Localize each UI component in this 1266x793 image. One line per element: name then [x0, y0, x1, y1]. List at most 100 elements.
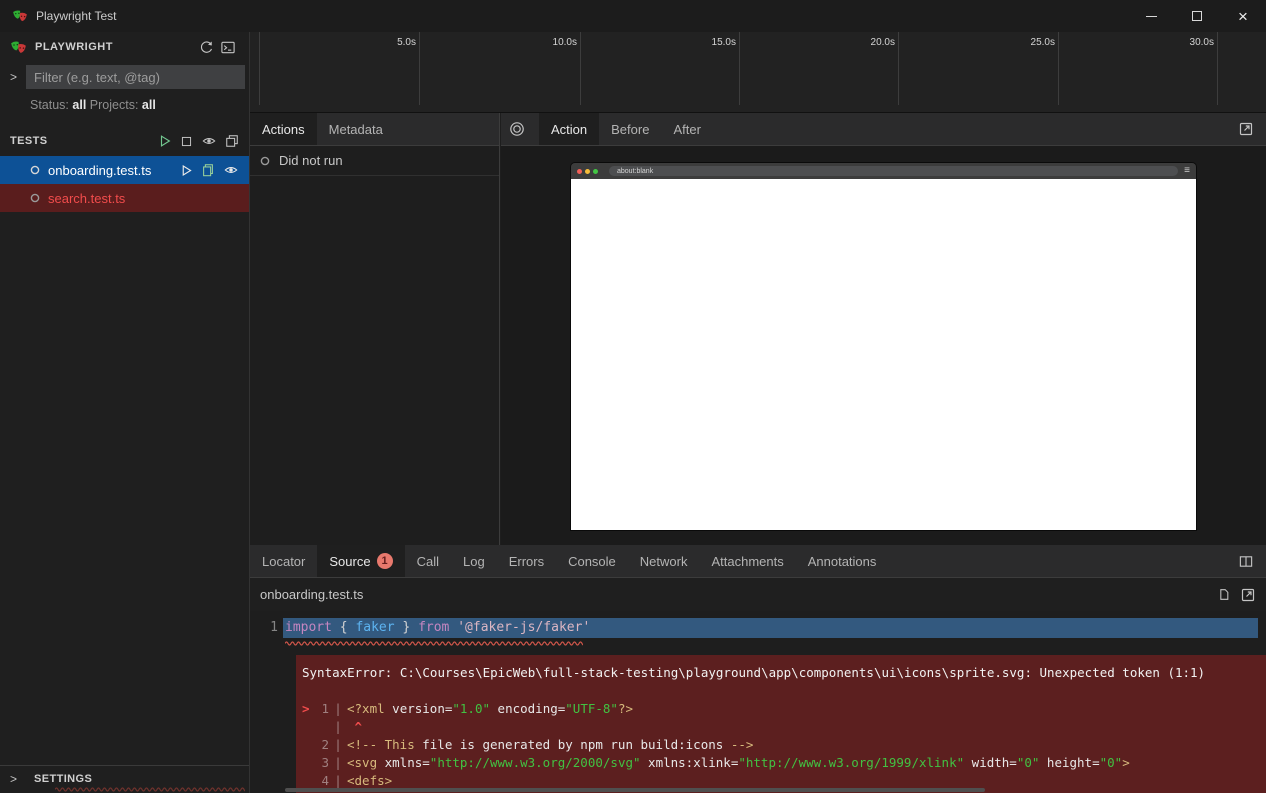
open-snapshot-button[interactable] — [1238, 113, 1266, 145]
target-icon — [509, 121, 525, 137]
tab-attachments[interactable]: Attachments — [699, 545, 795, 577]
actions-pane: Actions Metadata Did not run — [250, 113, 500, 545]
tab-label: Console — [568, 554, 616, 569]
browser-chrome-bar: about:blank ≡ — [571, 163, 1196, 179]
show-source-button[interactable] — [201, 163, 215, 177]
projects-label: Projects: — [90, 98, 139, 112]
tab-label: Metadata — [329, 122, 383, 137]
source-line-1: 1 import { faker } from '@faker-js/faker… — [250, 618, 1266, 638]
maximize-icon — [1192, 11, 1202, 21]
red-squiggle-decoration — [55, 786, 245, 792]
error-code-frame: > 1 | <?xml version="1.0" encoding="UTF-… — [302, 700, 1266, 790]
tab-annotations[interactable]: Annotations — [796, 545, 889, 577]
source-filename: onboarding.test.ts — [260, 587, 1216, 602]
timeline-gridline: 20.0s — [898, 32, 899, 105]
terminal-button[interactable] — [217, 36, 239, 58]
open-source-button[interactable] — [1240, 587, 1256, 603]
sidebar-title: PLAYWRIGHT — [35, 41, 195, 53]
run-all-button[interactable] — [158, 134, 172, 148]
tab-locator[interactable]: Locator — [250, 545, 317, 577]
stop-button[interactable] — [180, 135, 193, 148]
timeline[interactable]: 5.0s 10.0s 15.0s 20.0s 25.0s 30.0s — [250, 32, 1266, 113]
tab-metadata[interactable]: Metadata — [317, 113, 395, 145]
browser-menu-icon: ≡ — [1184, 166, 1190, 176]
tab-label: Annotations — [808, 554, 877, 569]
maximize-button[interactable] — [1174, 0, 1220, 32]
tab-action[interactable]: Action — [539, 113, 599, 145]
frame-gutter-pipe: | — [329, 754, 347, 772]
frame-line-number: 1 — [315, 700, 329, 718]
filter-input[interactable] — [26, 65, 245, 89]
settings-title: SETTINGS — [34, 773, 92, 785]
watch-all-button[interactable] — [201, 134, 217, 148]
reload-tests-button[interactable] — [195, 36, 217, 58]
frame-code-text: <!-- This file is generated by npm run b… — [347, 736, 753, 754]
minimize-button[interactable] — [1128, 0, 1174, 32]
tab-label: Call — [417, 554, 439, 569]
run-test-button[interactable] — [180, 164, 193, 177]
pick-locator-button[interactable] — [501, 113, 539, 145]
tab-network[interactable]: Network — [628, 545, 700, 577]
test-file-row-search[interactable]: search.test.ts — [0, 184, 249, 212]
test-status-circle-icon — [30, 193, 40, 203]
tab-call[interactable]: Call — [405, 545, 451, 577]
frame-gutter-pipe: | — [329, 736, 347, 754]
tab-label: Errors — [509, 554, 544, 569]
did-not-run-item[interactable]: Did not run — [250, 146, 499, 176]
frame-line-number: 3 — [315, 754, 329, 772]
timeline-tick-label: 20.0s — [871, 37, 895, 48]
watch-test-button[interactable] — [223, 163, 239, 177]
tab-label: Source — [329, 554, 370, 569]
syntax-error-block: SyntaxError: C:\Courses\EpicWeb\full-sta… — [296, 655, 1266, 793]
details-tabbar: Locator Source 1 Call Log Errors Console… — [250, 545, 1266, 578]
frame-line-number — [315, 718, 329, 736]
horizontal-scrollbar-thumb[interactable] — [285, 788, 985, 792]
tab-label: Before — [611, 122, 649, 137]
tab-console[interactable]: Console — [556, 545, 628, 577]
tests-title: TESTS — [10, 135, 158, 147]
tab-log[interactable]: Log — [451, 545, 497, 577]
source-header: onboarding.test.ts — [250, 578, 1266, 611]
browser-page-blank — [571, 179, 1196, 530]
tab-label: Locator — [262, 554, 305, 569]
close-button[interactable]: × — [1220, 0, 1266, 32]
toggle-split-view-button[interactable] — [1238, 545, 1266, 577]
window-controls: × — [1128, 0, 1266, 32]
line-number: 1 — [250, 618, 278, 638]
collapse-all-button[interactable] — [225, 134, 239, 148]
error-line-marker — [302, 754, 315, 772]
timeline-gridline: 15.0s — [739, 32, 740, 105]
snapshot-toolbar: Action Before After — [501, 113, 1266, 146]
tab-actions[interactable]: Actions — [250, 113, 317, 145]
tab-after[interactable]: After — [661, 113, 712, 145]
tab-before[interactable]: Before — [599, 113, 661, 145]
tab-label: Network — [640, 554, 688, 569]
timeline-tick-label: 30.0s — [1190, 37, 1214, 48]
playwright-trace-window: Playwright Test × PLAYWRIGHT — [0, 0, 1266, 793]
playwright-masks-icon — [10, 40, 27, 55]
timeline-tick-label: 5.0s — [397, 37, 416, 48]
code-frame-line: 2 | <!-- This file is generated by npm r… — [302, 736, 1266, 754]
expand-chevron-icon[interactable]: > — [10, 70, 26, 84]
traffic-light-yellow-icon — [585, 169, 590, 174]
close-icon: × — [1238, 8, 1248, 25]
test-file-row-onboarding[interactable]: onboarding.test.ts — [0, 156, 249, 184]
tab-label: Action — [551, 122, 587, 137]
copy-icon — [1216, 587, 1230, 602]
frame-line-number: 2 — [315, 736, 329, 754]
tab-errors[interactable]: Errors — [497, 545, 556, 577]
status-line: Status: all Projects: all — [0, 92, 249, 118]
tab-label: Actions — [262, 122, 305, 137]
tab-source[interactable]: Source 1 — [317, 545, 404, 577]
source-code-text: import { faker } from '@faker-js/faker' — [285, 618, 590, 638]
timeline-gridline — [259, 32, 260, 105]
status-value[interactable]: all — [72, 98, 86, 112]
external-link-icon — [1240, 587, 1256, 603]
tab-label: Attachments — [711, 554, 783, 569]
tab-label: Log — [463, 554, 485, 569]
titlebar: Playwright Test × — [0, 0, 1266, 32]
projects-value[interactable]: all — [142, 98, 156, 112]
code-frame-caret-line: | ^ — [302, 718, 1266, 736]
copy-path-button[interactable] — [1216, 587, 1230, 602]
source-code-panel[interactable]: 1 import { faker } from '@faker-js/faker… — [250, 611, 1266, 793]
